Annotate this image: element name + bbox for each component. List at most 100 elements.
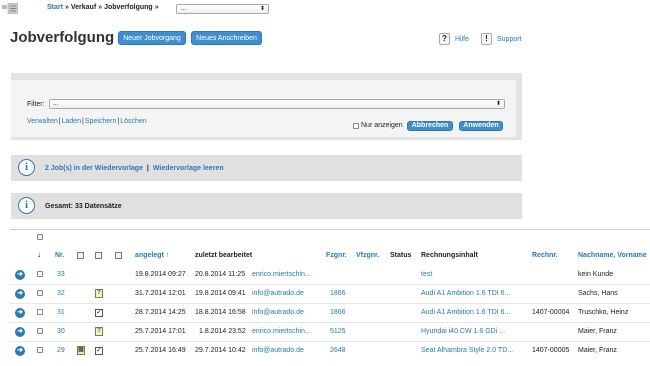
row-content[interactable]: Seat Alhambra Style 2.0 TD... xyxy=(421,347,513,354)
open-row-icon[interactable]: ➜ xyxy=(15,270,25,280)
row-vehicle[interactable]: 5125 xyxy=(330,328,346,335)
header-edited: zuletzt bearbeitet xyxy=(195,252,253,259)
breadcrumb-sales[interactable]: Verkauf xyxy=(71,4,96,11)
row-created: 25.7.2014 17:01 xyxy=(135,328,186,335)
row-nr[interactable]: 33 xyxy=(57,271,65,278)
check-icon[interactable]: ✓ xyxy=(95,347,103,355)
header-contract-nr[interactable]: Vfzgnr. xyxy=(356,252,379,259)
row-edited: 20.8.2014 11:25 xyxy=(195,271,246,278)
row-created: 19.8.2014 09:27 xyxy=(135,271,186,278)
resubmission-text: 2 Job(s) in der Wiedervorlage | Wiedervo… xyxy=(45,165,224,172)
row-edited: 19.8.2014 09:41 xyxy=(195,290,246,297)
clear-resubmission-link[interactable]: Wiedervorlage leeren xyxy=(153,165,224,172)
app-menu-icon[interactable] xyxy=(2,3,18,14)
row-nr[interactable]: 29 xyxy=(57,347,65,354)
cancel-button[interactable]: Abbrechen xyxy=(407,121,453,131)
header-image-icon[interactable] xyxy=(77,252,84,259)
filter-delete-link[interactable]: Löschen xyxy=(120,118,146,125)
row-vehicle[interactable]: 1866 xyxy=(330,309,346,316)
breadcrumb: Start» Verkauf» Jobverfolgung» xyxy=(47,4,159,11)
row-user[interactable]: enrico.miertschin... xyxy=(252,271,311,278)
row-name: Truschko, Heinz xyxy=(578,309,629,316)
table-row[interactable]: ➜ 30 ? 25.7.2014 17:01 1.8.2014 23:52 en… xyxy=(0,323,650,342)
resubmission-link[interactable]: 2 Job(s) in der Wiedervorlage xyxy=(45,165,143,172)
row-content[interactable]: test xyxy=(421,271,432,278)
header-name[interactable]: Nachname, Vorname xyxy=(578,252,647,259)
row-checkbox[interactable] xyxy=(37,347,43,353)
question-icon[interactable]: ? xyxy=(95,289,103,298)
help-icon[interactable]: ? xyxy=(439,33,450,45)
help-link[interactable]: Hilfe xyxy=(455,36,469,43)
total-text: Gesamt: 33 Datensätze xyxy=(45,203,122,210)
open-row-icon[interactable]: ➜ xyxy=(15,289,25,299)
row-nr[interactable]: 32 xyxy=(57,290,65,297)
row-content[interactable]: Hyundai i40 CW 1.6 GDi ... xyxy=(421,328,505,335)
row-content[interactable]: Audi A1 Ambition 1.6 TDI 6... xyxy=(421,309,510,316)
filter-manage-link[interactable]: Verwalten xyxy=(27,118,58,125)
question-icon[interactable]: ? xyxy=(95,327,103,336)
row-user[interactable]: enrico.miertschin... xyxy=(252,328,311,335)
filter-load-link[interactable]: Laden xyxy=(62,118,81,125)
only-show-checkbox[interactable] xyxy=(353,123,359,129)
row-name: Maier, Franz xyxy=(578,347,617,354)
row-checkbox[interactable] xyxy=(37,290,43,296)
sort-arrow-icon: ↓ xyxy=(37,250,41,259)
row-name: Maier, Franz xyxy=(578,328,617,335)
filter-select[interactable]: ... ⬍ xyxy=(49,99,505,109)
table-divider xyxy=(10,229,650,230)
row-edited: 1.8.2014 23:52 xyxy=(199,328,246,335)
info-icon: i xyxy=(18,159,35,176)
row-invoice: 1407-00005 xyxy=(532,347,570,354)
filter-label: Filter: xyxy=(27,101,45,108)
row-checkbox[interactable] xyxy=(37,309,43,315)
open-row-icon[interactable]: ➜ xyxy=(15,346,25,356)
apply-button[interactable]: Anwenden xyxy=(459,121,503,131)
new-letter-button[interactable]: Neues Anschreiben xyxy=(191,31,262,45)
support-link[interactable]: Support xyxy=(497,36,522,43)
row-name: kein Kunde xyxy=(578,271,614,278)
select-all-checkbox[interactable] xyxy=(37,234,43,240)
table-row[interactable]: ➜ 29 ▦ ✓ 25.7.2014 16:49 29.7.2014 10:42… xyxy=(0,342,650,361)
row-checkbox[interactable] xyxy=(37,271,43,277)
row-vehicle[interactable]: 1866 xyxy=(330,290,346,297)
row-invoice: 1407-00004 xyxy=(532,309,570,316)
image-icon[interactable]: ▦ xyxy=(77,346,85,355)
row-nr[interactable]: 31 xyxy=(57,309,65,316)
row-created: 25.7.2014 16:49 xyxy=(135,347,186,354)
row-user[interactable]: info@autrado.de xyxy=(252,309,304,316)
open-row-icon[interactable]: ➜ xyxy=(15,327,25,337)
page-title: Jobverfolgung xyxy=(10,29,115,46)
row-user[interactable]: info@autrado.de xyxy=(252,290,304,297)
header-created[interactable]: angelegt ↑ xyxy=(135,252,169,259)
chevron-down-icon: ⬍ xyxy=(259,6,265,12)
header-nr[interactable]: Nr. xyxy=(55,252,64,259)
row-vehicle[interactable]: 2648 xyxy=(330,347,346,354)
check-icon[interactable]: ✓ xyxy=(95,309,103,317)
row-edited: 29.7.2014 10:42 xyxy=(195,347,246,354)
header-status: Status xyxy=(390,252,412,259)
row-user[interactable]: info@autrado.de xyxy=(252,347,304,354)
row-edited: 18.8.2014 16:58 xyxy=(195,309,246,316)
table-row[interactable]: ➜ 32 ? 31.7.2014 12:01 19.8.2014 09:41 i… xyxy=(0,285,650,304)
header-status-icon[interactable] xyxy=(95,252,102,259)
top-bar: Start» Verkauf» Jobverfolgung» ... ⬍ xyxy=(0,0,650,18)
open-row-icon[interactable]: ➜ xyxy=(15,308,25,318)
support-icon[interactable]: ! xyxy=(481,33,492,45)
header-invoice-nr[interactable]: Rechnr. xyxy=(532,252,558,259)
filter-save-link[interactable]: Speichern xyxy=(85,118,117,125)
row-checkbox[interactable] xyxy=(37,328,43,334)
row-content[interactable]: Audi A1 Ambition 1.6 TDI 6... xyxy=(421,290,510,297)
table-row[interactable]: ➜ 31 ✓ 28.7.2014 14:25 18.8.2014 16:58 i… xyxy=(0,304,650,323)
header-vehicle-nr[interactable]: Fzgnr. xyxy=(326,252,347,259)
breadcrumb-select[interactable]: ... ⬍ xyxy=(176,4,269,14)
row-created: 28.7.2014 14:25 xyxy=(135,309,186,316)
header-invoice-content: Rechnungsinhalt xyxy=(421,252,478,259)
table-row[interactable]: ➜ 33 19.8.2014 09:27 20.8.2014 11:25 enr… xyxy=(0,266,650,285)
breadcrumb-start[interactable]: Start xyxy=(47,4,63,11)
chevron-down-icon: ⬍ xyxy=(495,101,501,107)
row-nr[interactable]: 30 xyxy=(57,328,65,335)
filter-links: Verwalten|Laden|Speichern|Löschen xyxy=(27,118,147,125)
new-job-button[interactable]: Neuer Jobvorgang xyxy=(118,31,186,45)
row-created: 31.7.2014 12:01 xyxy=(135,290,186,297)
header-select-icon[interactable] xyxy=(115,252,122,259)
